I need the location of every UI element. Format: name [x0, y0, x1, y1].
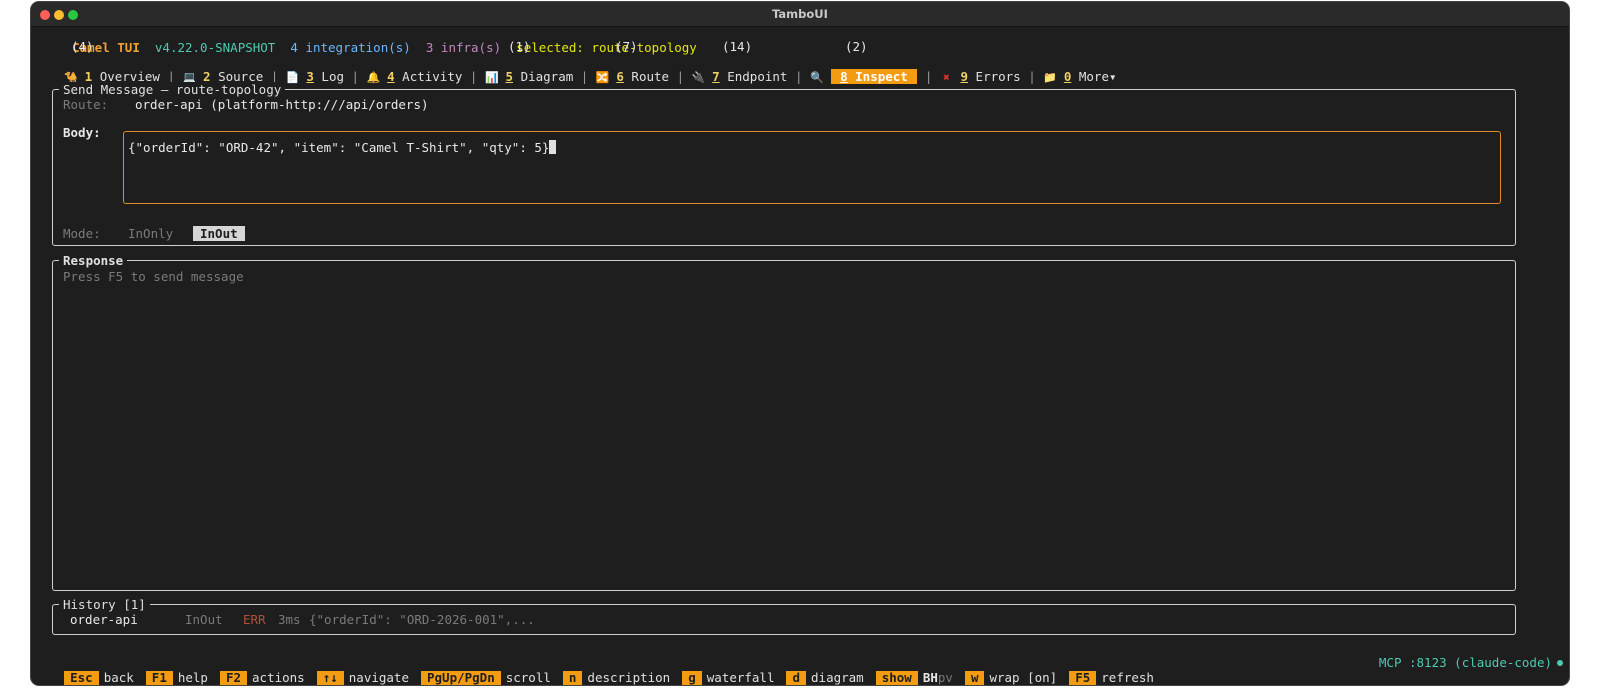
tab-log[interactable]: 📄 3 Log [286, 69, 344, 84]
tab-more[interactable]: 📁 0 More▾ [1043, 69, 1116, 84]
terminal-window: TamboUI Camel TUI v4.22.0-SNAPSHOT 4 int… [31, 2, 1569, 685]
footer-key-navigate[interactable]: ↑↓ navigate [316, 670, 421, 685]
history-row[interactable]: order-api [70, 612, 138, 627]
tab-route[interactable]: 🔀 6 Route [596, 69, 669, 84]
version-label: v4.22.0-SNAPSHOT [154, 40, 276, 55]
history-body-preview: {"orderId": "ORD-2026-001",... [309, 612, 535, 627]
shuffle-icon: 🔀 [595, 71, 610, 84]
footer-key-f1[interactable]: F1 help [145, 670, 220, 685]
tab-activity[interactable]: 🔔 4 Activity [367, 69, 463, 84]
footer-keybar: Esc back F1 help F2 actions ↑↓ navigate PgUp/PgD… [34, 655, 1166, 685]
send-panel-title: Send Message — route-topology [59, 82, 286, 97]
body-text[interactable]: {"orderId": "ORD-42", "item": "Camel T-S… [128, 140, 557, 155]
title-bar: TamboUI [31, 2, 1569, 27]
footer-key-show[interactable]: show BHpv [875, 670, 965, 685]
integrations-count[interactable]: 4 integration(s) [290, 40, 410, 55]
history-panel [52, 604, 1516, 635]
route-label: Route: [63, 97, 109, 112]
infra-count[interactable]: 3 infra(s) [426, 40, 501, 55]
window-title: TamboUI [772, 7, 828, 21]
footer-key-refresh[interactable]: F5 refresh [1069, 670, 1166, 685]
route-value: order-api (platform-http:///api/orders) [135, 97, 429, 112]
tab-inspect[interactable]: 🔍 8 Inspect [810, 69, 918, 84]
body-label: Body: [63, 125, 101, 140]
response-panel [52, 260, 1516, 591]
text-cursor [549, 140, 557, 154]
mode-inout-option[interactable]: InOut [193, 226, 245, 241]
footer-key-scroll[interactable]: PgUp/PgDn scroll [421, 670, 563, 685]
plug-icon: 🔌 [691, 71, 706, 84]
response-hint: Press F5 to send message [63, 269, 244, 284]
footer-key-diagram[interactable]: d diagram [786, 670, 875, 685]
mode-label: Mode: [63, 226, 101, 241]
tab-count-route: (7) [615, 39, 638, 54]
folder-icon: 📁 [1043, 71, 1057, 84]
footer-key-esc[interactable]: Esc back [64, 670, 146, 685]
selected-integration: selected: route-topology [516, 40, 697, 55]
tab-errors[interactable]: ✖ 9 Errors [940, 69, 1021, 84]
status-dot-icon [1557, 660, 1563, 666]
history-duration: 3ms [278, 612, 301, 627]
mcp-status: MCP :8123 (claude-code) [1379, 655, 1563, 670]
history-panel-title: History [1] [59, 597, 150, 612]
footer-key-f2[interactable]: F2 actions [219, 670, 317, 685]
footer-key-wrap[interactable]: w wrap [on] [964, 670, 1069, 685]
magnifier-icon: 🔍 [810, 71, 824, 84]
tab-count-inspect: (2) [845, 39, 868, 54]
footer-key-waterfall[interactable]: g waterfall [682, 670, 786, 685]
history-mode: InOut [185, 612, 223, 627]
tab-count-overview: (4) [71, 39, 94, 54]
footer-key-description[interactable]: n description [562, 670, 682, 685]
error-x-icon: ✖ [943, 71, 950, 84]
mode-inonly-option[interactable]: InOnly [128, 226, 173, 241]
tab-count-endpoint: (14) [722, 39, 753, 54]
tab-endpoint[interactable]: 🔌 7 Endpoint [692, 69, 788, 84]
history-route: order-api [70, 612, 138, 627]
response-panel-title: Response [59, 253, 128, 268]
tab-count-diagram: (1) [508, 39, 531, 54]
document-icon: 📄 [285, 71, 300, 84]
tab-diagram[interactable]: 📊 5 Diagram [485, 69, 573, 84]
history-status-badge: ERR [243, 612, 266, 627]
chart-icon: 📊 [484, 71, 499, 84]
bell-icon: 🔔 [366, 71, 381, 84]
